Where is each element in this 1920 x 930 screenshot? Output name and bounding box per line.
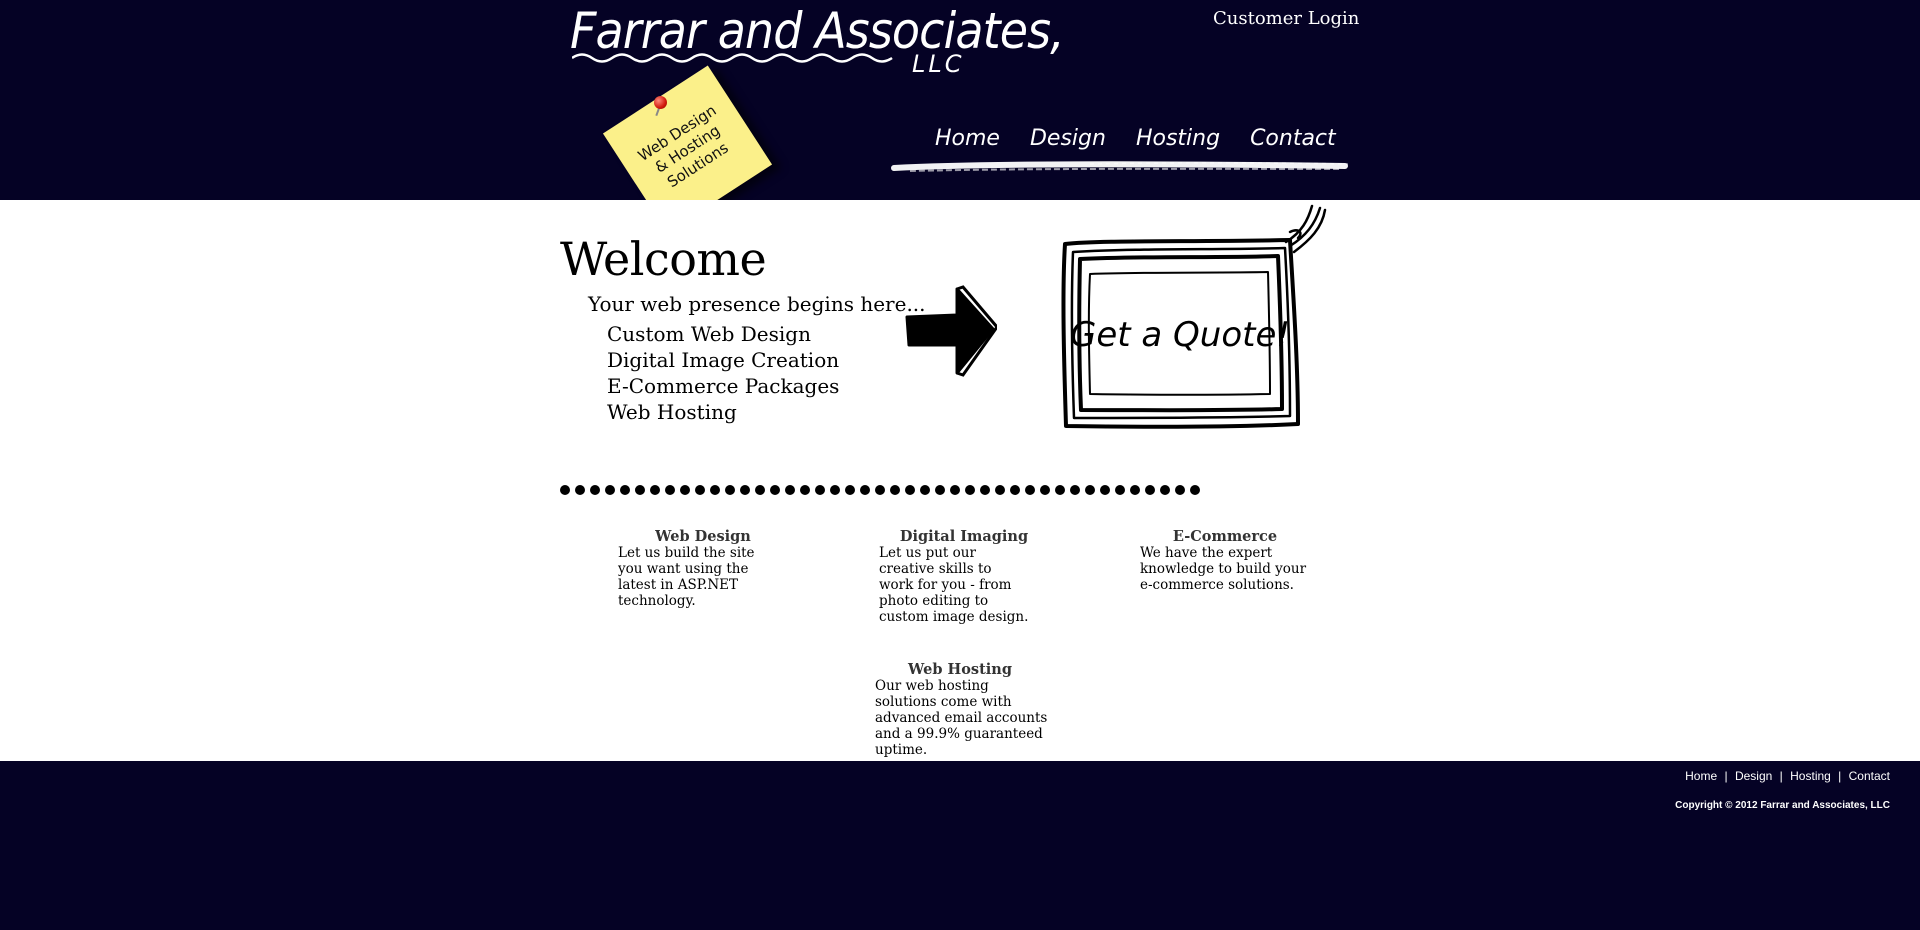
- logo[interactable]: Farrar and Associates, LLC: [570, 2, 1065, 82]
- divider-dot: [575, 485, 585, 495]
- divider-dot: [935, 485, 945, 495]
- divider-dot: [725, 485, 735, 495]
- divider-dot: [710, 485, 720, 495]
- divider-dot: [620, 485, 630, 495]
- main-content: Welcome Your web presence begins here...…: [0, 200, 1920, 761]
- feature-ecommerce: E-Commerce We have the expert knowledge …: [1140, 528, 1310, 593]
- feature-title: Web Design: [655, 528, 751, 545]
- nav-hosting[interactable]: Hosting: [1136, 126, 1220, 151]
- list-item: Web Hosting: [607, 400, 737, 424]
- dotted-divider: [560, 485, 1200, 495]
- nav-design[interactable]: Design: [1030, 126, 1106, 151]
- divider-dot: [1055, 485, 1065, 495]
- footer-separator: |: [1724, 769, 1728, 783]
- feature-text: We have the expert knowledge to build yo…: [1140, 545, 1307, 593]
- divider-dot: [755, 485, 765, 495]
- logo-wave-underline: [572, 53, 893, 63]
- divider-dot: [1100, 485, 1110, 495]
- feature-digital-imaging: Digital Imaging Let us put our creative …: [879, 528, 1049, 625]
- divider-dot: [800, 485, 810, 495]
- feature-text: Our web hosting solutions come with adva…: [875, 678, 1048, 758]
- divider-dot: [1145, 485, 1155, 495]
- divider-dot: [785, 485, 795, 495]
- feature-web-hosting: Web Hosting Our web hosting solutions co…: [875, 661, 1047, 758]
- footer-separator: |: [1779, 769, 1783, 783]
- divider-dot: [695, 485, 705, 495]
- site-footer: Home | Design | Hosting | Contact Copyri…: [0, 761, 1920, 930]
- divider-dot: [1085, 485, 1095, 495]
- nav-contact[interactable]: Contact: [1250, 126, 1336, 151]
- divider-dot: [980, 485, 990, 495]
- divider-dot: [920, 485, 930, 495]
- divider-dot: [680, 485, 690, 495]
- footer-link-contact[interactable]: Contact: [1849, 769, 1890, 783]
- divider-dot: [1040, 485, 1050, 495]
- chalk-underline: [891, 161, 1349, 172]
- divider-dot: [1130, 485, 1140, 495]
- divider-dot: [1175, 485, 1185, 495]
- divider-dot: [590, 485, 600, 495]
- divider-dot: [740, 485, 750, 495]
- services-list: Custom Web Design Digital Image Creation…: [607, 321, 839, 425]
- copyright-text: Copyright © 2012 Farrar and Associates, …: [1675, 800, 1890, 811]
- footer-link-home[interactable]: Home: [1685, 769, 1717, 783]
- divider-dot: [965, 485, 975, 495]
- nav-home[interactable]: Home: [935, 126, 1000, 151]
- divider-dot: [770, 485, 780, 495]
- footer-nav: Home | Design | Hosting | Contact: [1685, 769, 1890, 783]
- divider-dot: [1190, 485, 1200, 495]
- pushpin-icon: [654, 96, 667, 109]
- divider-dot: [830, 485, 840, 495]
- divider-dot: [560, 485, 570, 495]
- footer-link-design[interactable]: Design: [1735, 769, 1772, 783]
- divider-dot: [905, 485, 915, 495]
- divider-dot: [665, 485, 675, 495]
- feature-text: Let us put our creative skills to work f…: [879, 545, 1029, 625]
- feature-web-design: Web Design Let us build the site you wan…: [618, 528, 788, 609]
- divider-dot: [605, 485, 615, 495]
- quote-button-label: Get a Quote!: [1070, 315, 1290, 355]
- divider-dot: [1160, 485, 1170, 495]
- site-header: Farrar and Associates, LLC Customer Logi…: [0, 0, 1920, 233]
- customer-login-link[interactable]: Customer Login: [1213, 8, 1359, 29]
- get-a-quote-button[interactable]: Get a Quote!: [1040, 202, 1340, 434]
- divider-dot: [815, 485, 825, 495]
- feature-title: E-Commerce: [1172, 528, 1278, 545]
- list-item: Custom Web Design: [607, 322, 811, 346]
- divider-dot: [860, 485, 870, 495]
- divider-dot: [1070, 485, 1080, 495]
- page-title: Welcome: [560, 232, 767, 286]
- divider-dot: [890, 485, 900, 495]
- divider-dot: [635, 485, 645, 495]
- footer-separator: |: [1838, 769, 1842, 783]
- divider-dot: [650, 485, 660, 495]
- feature-title: Digital Imaging: [899, 528, 1029, 545]
- divider-dot: [995, 485, 1005, 495]
- sticky-note-text: Web Design & Hosting Solutions: [634, 100, 732, 191]
- divider-dot: [845, 485, 855, 495]
- tagline: Your web presence begins here...: [588, 292, 926, 316]
- feature-text: Let us build the site you want using the…: [618, 545, 755, 609]
- feature-title: Web Hosting: [908, 661, 1012, 678]
- divider-dot: [875, 485, 885, 495]
- divider-dot: [1010, 485, 1020, 495]
- divider-dot: [1115, 485, 1125, 495]
- divider-dot: [950, 485, 960, 495]
- divider-dot: [1025, 485, 1035, 495]
- arrow-right-icon: [905, 285, 997, 377]
- footer-link-hosting[interactable]: Hosting: [1790, 769, 1831, 783]
- main-nav: Home Design Hosting Contact: [935, 126, 1366, 151]
- logo-llc: LLC: [912, 50, 965, 78]
- list-item: E-Commerce Packages: [607, 374, 840, 398]
- list-item: Digital Image Creation: [607, 348, 840, 372]
